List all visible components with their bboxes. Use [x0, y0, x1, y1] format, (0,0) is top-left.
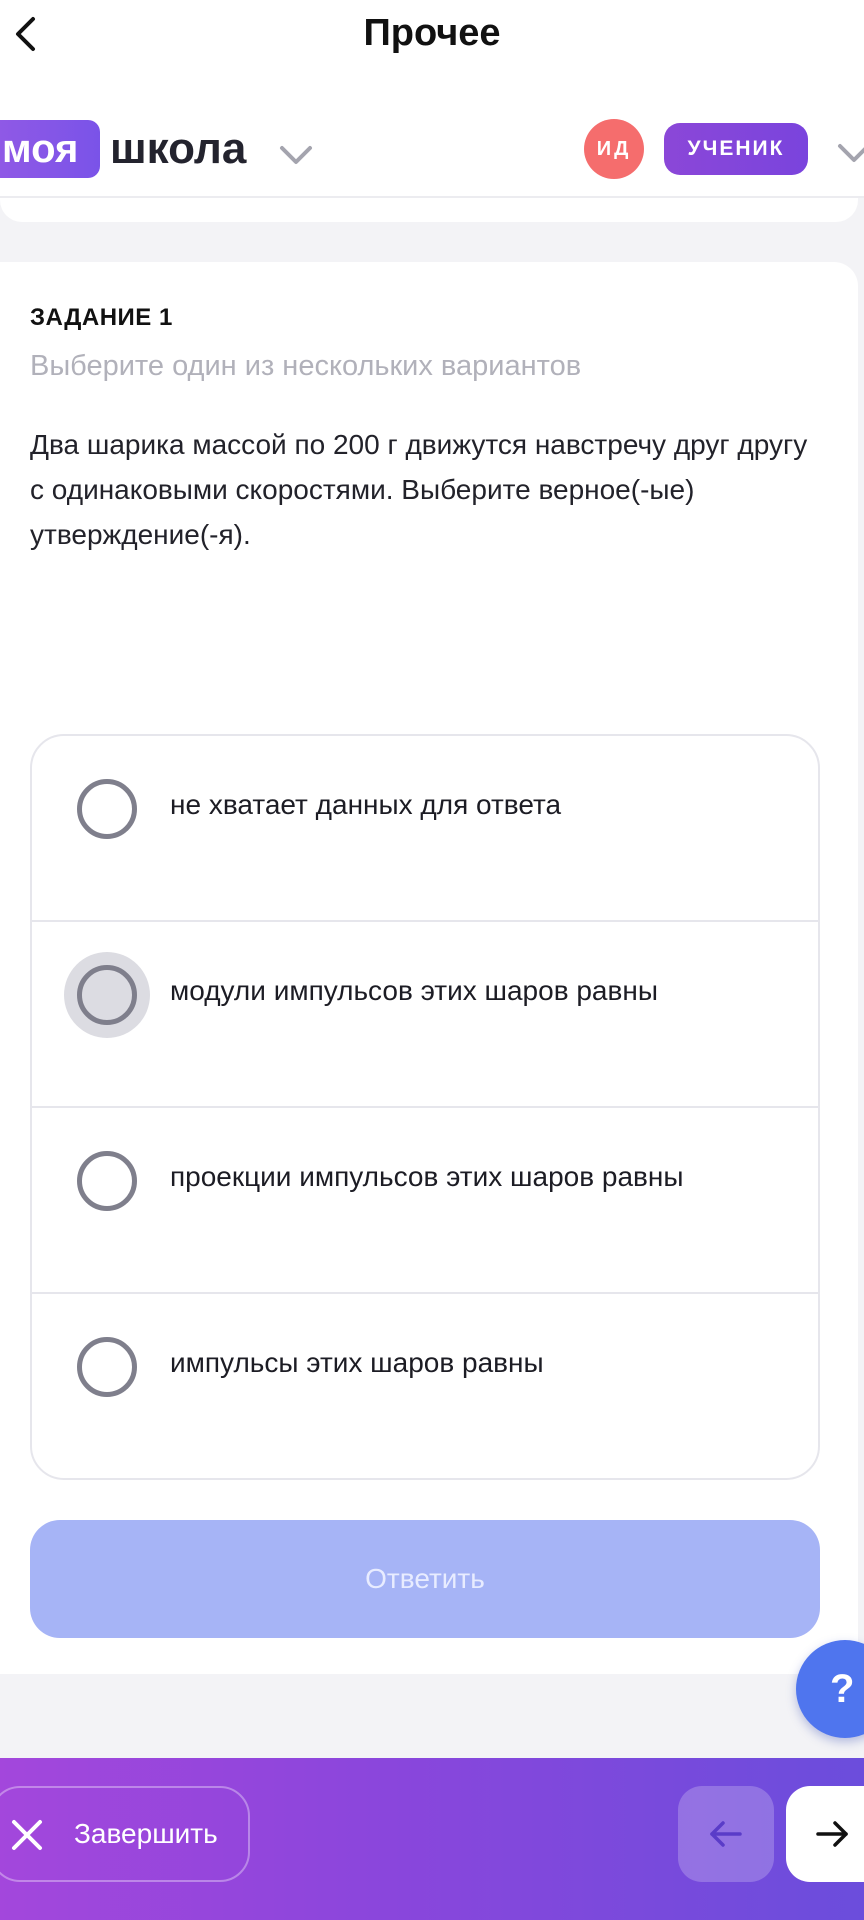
finish-label: Завершить [74, 1818, 218, 1849]
close-icon [12, 1820, 42, 1850]
bottom-bar: Завершить [0, 1758, 864, 1920]
answer-options: не хватает данных для ответа модули импу… [30, 734, 820, 1480]
chevron-down-icon[interactable] [836, 138, 864, 168]
page-title: Прочее [363, 12, 501, 54]
previous-task-button[interactable] [678, 1786, 774, 1882]
app-header: моя школа ИД УЧЕНИК [0, 70, 864, 198]
option-label: импульсы этих шаров равны [170, 1347, 544, 1378]
logo-badge[interactable]: моя [0, 120, 100, 178]
answer-option[interactable]: модули импульсов этих шаров равны [32, 922, 818, 1108]
answer-option[interactable]: не хватает данных для ответа [32, 736, 818, 922]
task-question: Два шарика массой по 200 г движутся навс… [30, 429, 808, 550]
task-number: ЗАДАНИЕ 1 [30, 304, 173, 331]
finish-button[interactable]: Завершить [0, 1786, 250, 1882]
arrow-right-icon [816, 1821, 848, 1847]
arrow-left-icon [710, 1821, 742, 1847]
avatar[interactable]: ИД [584, 119, 644, 179]
answer-option[interactable]: импульсы этих шаров равны [32, 1294, 818, 1478]
chevron-down-icon[interactable] [278, 140, 314, 170]
task-card: ЗАДАНИЕ 1 Выберите один из нескольких ва… [0, 262, 858, 1674]
previous-card-edge [0, 198, 858, 222]
option-label: не хватает данных для ответа [170, 789, 562, 820]
role-badge[interactable]: УЧЕНИК [664, 123, 808, 175]
radio-button[interactable] [77, 965, 137, 1025]
next-task-button[interactable] [786, 1786, 864, 1882]
answer-button[interactable]: Ответить [30, 1520, 820, 1638]
top-bar: Прочее [0, 0, 864, 70]
option-label: модули импульсов этих шаров равны [170, 975, 658, 1006]
option-label: проекции импульсов этих шаров равны [170, 1161, 684, 1192]
logo-text[interactable]: школа [110, 120, 246, 178]
task-hint: Выберите один из нескольких вариантов [30, 350, 582, 382]
radio-button[interactable] [77, 1337, 137, 1397]
radio-button[interactable] [77, 1151, 137, 1211]
radio-button[interactable] [77, 779, 137, 839]
answer-option[interactable]: проекции импульсов этих шаров равны [32, 1108, 818, 1294]
